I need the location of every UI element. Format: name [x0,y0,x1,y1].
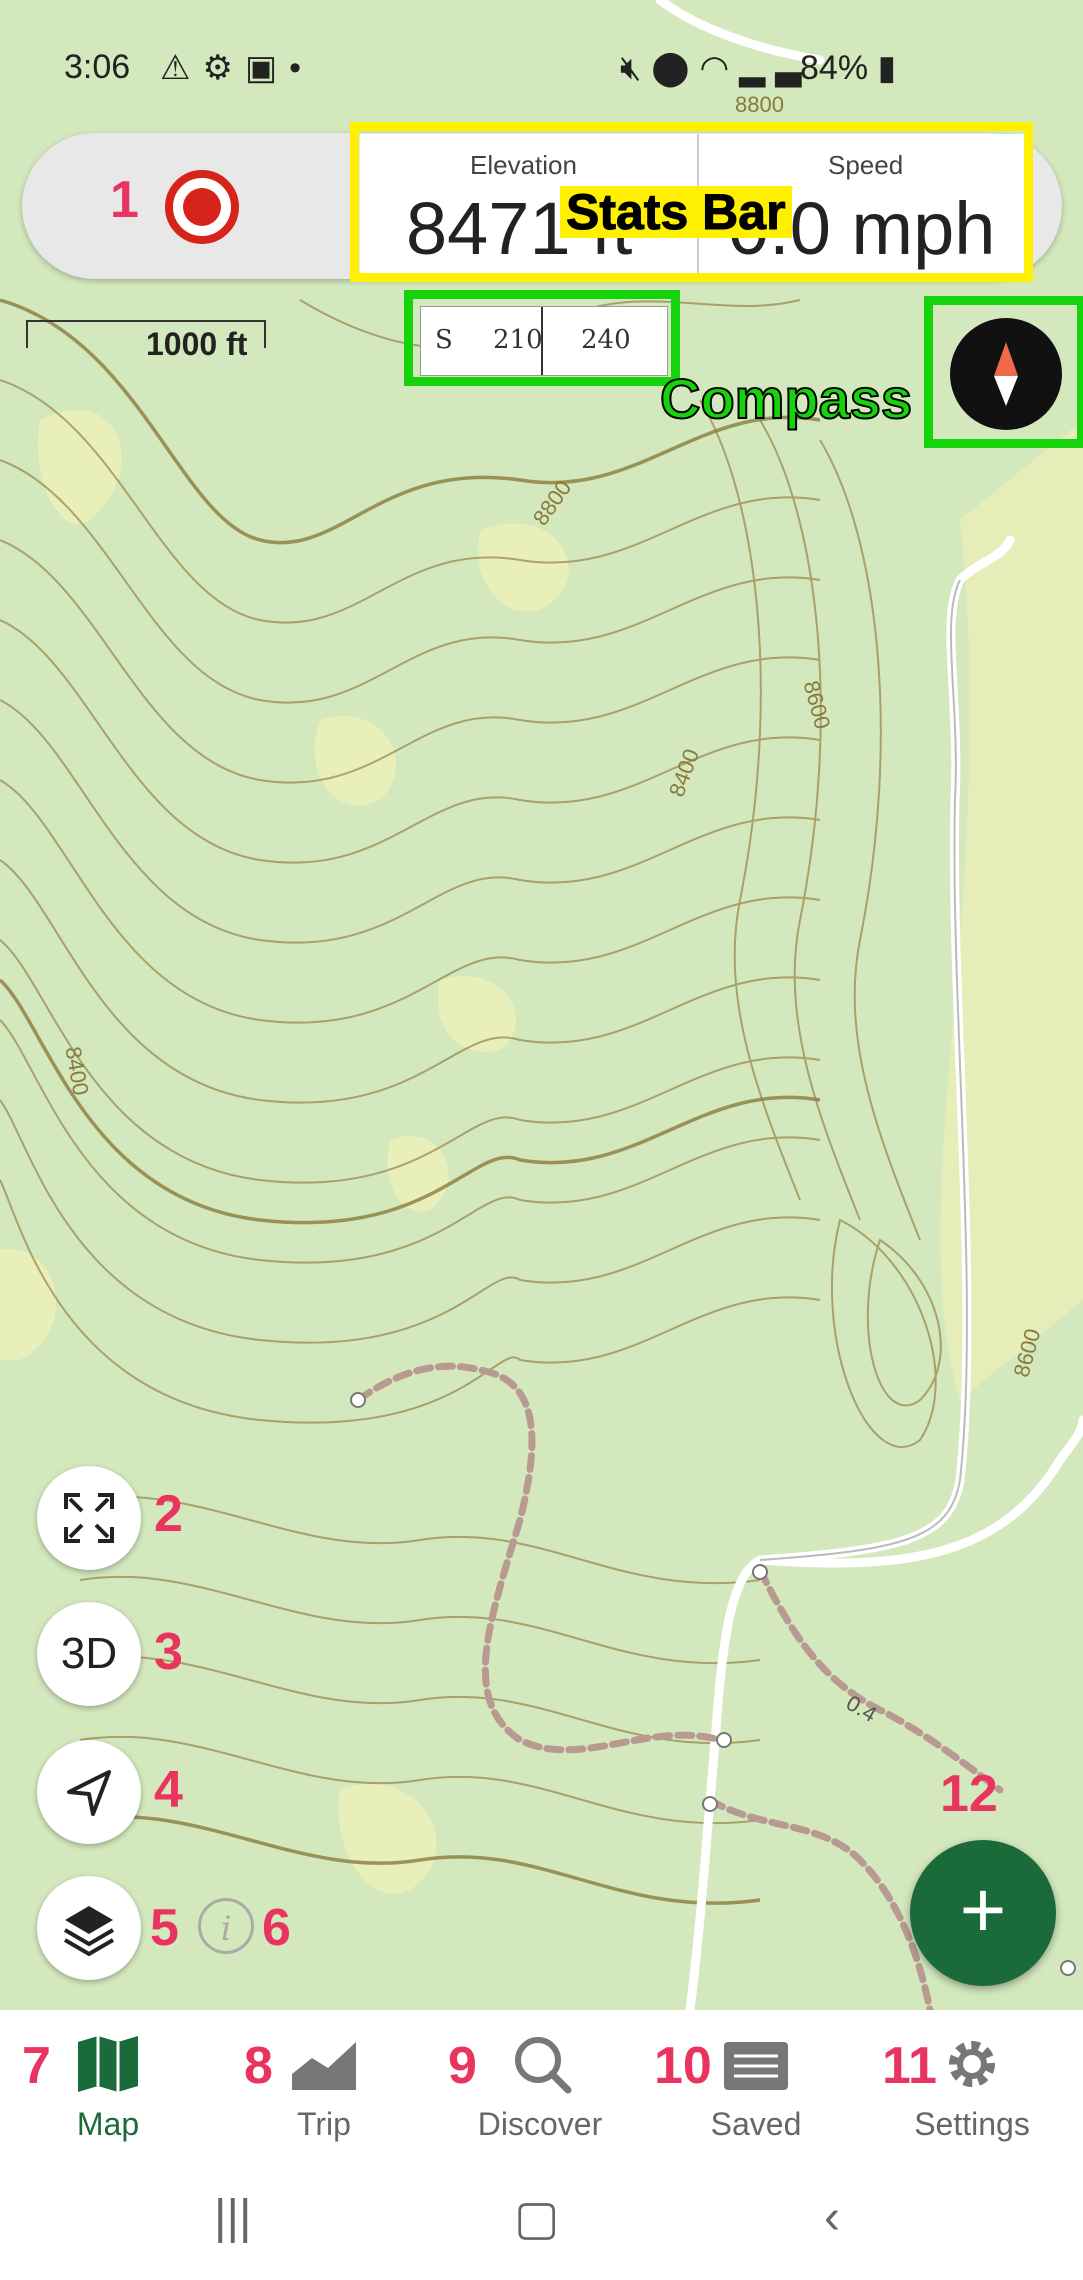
layers-icon [63,1906,115,1956]
battery-text: 84% [800,49,869,87]
map-info-button[interactable]: i [198,1898,254,1954]
annotation-number-layers: 5 [150,1899,179,1957]
record-button[interactable] [165,170,239,244]
3d-toggle-button[interactable]: 3D [37,1602,141,1706]
annotation-number-add: 12 [940,1765,998,1823]
nav-tab-discover[interactable]: Discover 9 [432,2010,648,2160]
battery-icon: ▮ [877,49,897,87]
nav-label-trip: Trip [297,2106,351,2142]
annotation-number-info: 6 [262,1899,291,1957]
annotation-number-map: 7 [22,2037,51,2095]
heading-highlight [404,290,680,386]
annotation-number-3d: 3 [154,1623,183,1681]
warning-icon: ⚠ [160,49,203,87]
home-icon[interactable]: ▢ [514,2190,559,2246]
image-icon: ▣ [244,49,290,87]
recents-icon[interactable]: ||| [214,2190,251,2245]
nav-label-map: Map [76,2106,140,2142]
status-bar: 3:06 ⚠⚙▣• 🔇︎⬤◠▂▃ 84% ▮ [0,30,1083,110]
annotation-number-saved: 10 [654,2037,712,2095]
gear-icon: ⚙ [202,49,245,87]
layers-button[interactable] [37,1876,141,1980]
annotation-number-trip: 8 [244,2037,273,2095]
fullscreen-button[interactable] [37,1466,141,1570]
my-location-button[interactable] [37,1740,141,1844]
annotation-number-fullscreen: 2 [154,1485,183,1543]
add-button[interactable]: + [910,1840,1056,1986]
status-left-icons: ⚠⚙▣• [160,48,313,88]
annotation-number-record: 1 [110,171,139,229]
location-icon: ⬤ [651,49,700,87]
annotation-number-location: 4 [154,1761,183,1819]
scale-label: 1000 ft [146,326,248,362]
status-right-icons: 🔇︎⬤◠▂▃ [620,48,811,88]
dot-icon: • [289,49,313,87]
status-time: 3:06 [64,48,131,86]
bottom-navigation: Map 7 Trip 8 Discover 9 Saved 10 Setting… [0,2010,1083,2160]
nav-label-saved: Saved [710,2106,802,2142]
battery-level: 84% ▮ [800,48,896,88]
annotation-number-discover: 9 [448,2037,477,2095]
stats-bar-callout: Stats Bar [560,186,792,239]
fullscreen-icon [64,1493,114,1543]
compass-highlight [924,296,1083,448]
mute-icon: 🔇︎ [620,49,652,87]
navigation-arrow-icon [67,1770,111,1816]
wifi-icon: ◠ [699,49,740,87]
nav-label-discover: Discover [477,2106,603,2142]
nav-tab-saved[interactable]: Saved 10 [648,2010,864,2160]
nav-tab-trip[interactable]: Trip 8 [216,2010,432,2160]
nav-tab-settings[interactable]: Settings 11 [864,2010,1080,2160]
back-icon[interactable]: ‹ [824,2190,840,2245]
nav-tab-map[interactable]: Map 7 [0,2010,216,2160]
system-navigation-bar: ||| ▢ ‹ [0,2160,1083,2280]
3d-label: 3D [60,1629,118,1678]
annotation-number-settings: 11 [882,2037,937,2095]
compass-callout: Compass [659,366,913,431]
nav-label-settings: Settings [914,2106,1030,2142]
